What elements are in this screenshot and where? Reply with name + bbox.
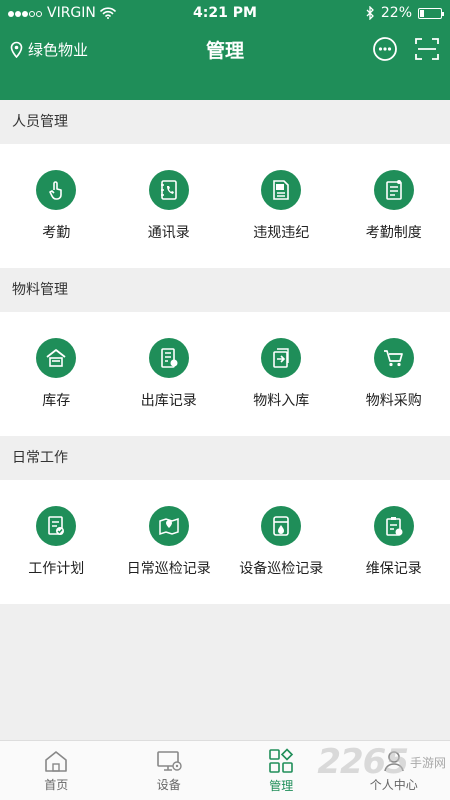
bluetooth-icon bbox=[366, 6, 374, 20]
menu-item-label: 通讯录 bbox=[147, 225, 190, 241]
nav-bar: 绿色物业 管理 bbox=[0, 26, 450, 72]
menu-item-work-plan[interactable]: 工作计划 bbox=[0, 506, 113, 578]
chat-bubble-icon[interactable] bbox=[372, 36, 398, 62]
tab-label: 管理 bbox=[269, 778, 294, 793]
battery-fill bbox=[420, 9, 425, 17]
battery-percent: 22% bbox=[380, 5, 412, 21]
phonebook-icon bbox=[160, 180, 177, 200]
outbound-record-icon bbox=[160, 348, 178, 368]
menu-item-label: 维保记录 bbox=[365, 561, 422, 577]
location-pin-icon bbox=[10, 41, 23, 58]
battery-icon bbox=[418, 7, 444, 19]
maintenance-clipboard-icon bbox=[385, 517, 403, 536]
section-title-daily-work: 日常工作 bbox=[0, 436, 450, 480]
section-title-materials: 物料管理 bbox=[0, 268, 450, 312]
menu-item-equipment-inspection-records[interactable]: 设备巡检记录 bbox=[225, 506, 338, 578]
inbound-icon bbox=[273, 348, 289, 368]
menu-item-label: 出库记录 bbox=[140, 393, 197, 409]
equipment-icon bbox=[273, 516, 290, 536]
tab-management[interactable]: 管理 bbox=[225, 741, 338, 800]
menu-item-label: 考勤 bbox=[42, 225, 71, 241]
location-label: 绿色物业 bbox=[28, 40, 89, 59]
warehouse-icon bbox=[46, 349, 66, 367]
tab-equipment[interactable]: 设备 bbox=[113, 741, 226, 800]
tab-label: 个人中心 bbox=[369, 777, 418, 792]
section-title-personnel: 人员管理 bbox=[0, 100, 450, 144]
cart-icon bbox=[383, 350, 403, 367]
tab-bar: 首页 设备 管理 个人中心 bbox=[0, 740, 450, 800]
menu-item-label: 物料入库 bbox=[253, 393, 310, 409]
menu-item-material-inbound[interactable]: 物料入库 bbox=[225, 338, 338, 410]
section-grid-materials: 库存 出库记录 物料入库 物料采购 bbox=[0, 312, 450, 436]
menu-item-label: 日常巡检记录 bbox=[126, 561, 211, 577]
menu-item-maintenance-records[interactable]: 维保记录 bbox=[338, 506, 450, 578]
menu-item-material-purchase[interactable]: 物料采购 bbox=[338, 338, 450, 410]
penalty-icon bbox=[273, 180, 290, 200]
carrier-name: VIRGIN bbox=[47, 5, 96, 21]
person-icon bbox=[383, 750, 404, 771]
menu-item-label: 库存 bbox=[42, 393, 71, 409]
signal-strength-icon bbox=[8, 5, 43, 21]
menu-item-violations[interactable]: 违规违纪 bbox=[225, 170, 338, 242]
section-grid-daily-work: 工作计划 日常巡检记录 设备巡检记录 维保记录 bbox=[0, 480, 450, 604]
section-grid-personnel: 考勤 通讯录 违规违纪 考勤制度 bbox=[0, 144, 450, 268]
wifi-icon bbox=[100, 7, 116, 19]
grid-diamond-icon bbox=[269, 747, 294, 773]
home-icon bbox=[45, 750, 68, 772]
location-selector[interactable]: 绿色物业 bbox=[10, 39, 88, 60]
menu-item-label: 违规违纪 bbox=[253, 225, 310, 241]
tab-label: 设备 bbox=[156, 777, 181, 792]
menu-item-outbound-records[interactable]: 出库记录 bbox=[113, 338, 226, 410]
tap-finger-icon bbox=[49, 181, 63, 200]
menu-item-attendance-policy[interactable]: 考勤制度 bbox=[338, 170, 450, 242]
policy-doc-icon bbox=[385, 180, 402, 200]
monitor-gear-icon bbox=[156, 750, 182, 771]
app-header: VIRGIN 4:21 PM 22% 绿色物业 管理 bbox=[0, 0, 450, 100]
menu-item-label: 工作计划 bbox=[28, 561, 85, 577]
menu-item-contacts[interactable]: 通讯录 bbox=[113, 170, 226, 242]
scan-icon[interactable] bbox=[414, 36, 440, 62]
menu-item-label: 考勤制度 bbox=[365, 225, 422, 241]
menu-item-inventory[interactable]: 库存 bbox=[0, 338, 113, 410]
status-bar: VIRGIN 4:21 PM 22% bbox=[0, 0, 450, 26]
tab-home[interactable]: 首页 bbox=[0, 741, 113, 800]
tab-label: 首页 bbox=[44, 777, 69, 792]
map-pin-icon bbox=[159, 517, 179, 536]
checklist-icon bbox=[48, 516, 65, 535]
menu-item-label: 物料采购 bbox=[365, 393, 422, 409]
menu-item-attendance[interactable]: 考勤 bbox=[0, 170, 113, 242]
menu-item-daily-inspection-records[interactable]: 日常巡检记录 bbox=[113, 506, 226, 578]
tab-profile[interactable]: 个人中心 bbox=[338, 741, 450, 800]
menu-item-label: 设备巡检记录 bbox=[239, 561, 324, 577]
